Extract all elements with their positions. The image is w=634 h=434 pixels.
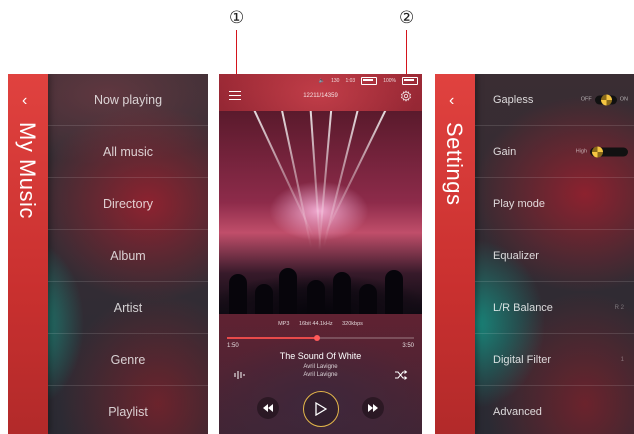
audio-bitrate: 320kbps xyxy=(342,321,363,327)
digital-filter-value: 1 xyxy=(620,356,624,363)
switch xyxy=(594,94,617,105)
menu-item-artist[interactable]: Artist xyxy=(48,282,208,334)
play-icon xyxy=(315,402,327,416)
setting-gain[interactable]: Gain High xyxy=(475,126,634,178)
gapless-toggle[interactable]: OFF ON xyxy=(580,94,628,105)
song-title: The Sound Of White xyxy=(279,351,362,361)
setting-label: Digital Filter xyxy=(493,353,552,366)
previous-button[interactable] xyxy=(257,397,279,419)
music-menu: Now playing All music Directory Album Ar… xyxy=(48,74,208,434)
player-screen: 🔈 130 1:03 100% 12211/14359 MP3 16bit 44… xyxy=(219,74,422,434)
setting-advanced[interactable]: Advanced xyxy=(475,386,634,434)
audio-quality: 16bit 44.1kHz xyxy=(298,321,333,327)
side-strip: ‹ Settings xyxy=(435,74,475,434)
gain-toggle[interactable]: High xyxy=(575,146,628,157)
status-bar: 🔈 130 1:03 100% xyxy=(319,77,418,85)
gain-value: High xyxy=(575,148,587,155)
battery-icon-full xyxy=(402,77,418,85)
chevron-left-icon[interactable]: ‹ xyxy=(22,92,27,110)
my-music-panel: ‹ My Music Now playing All music Directo… xyxy=(8,74,208,434)
battery-level: 100% xyxy=(383,78,396,84)
battery-icon xyxy=(361,77,378,85)
shuffle-icon[interactable] xyxy=(394,370,408,380)
previous-icon xyxy=(263,404,273,412)
volume-level: 130 xyxy=(331,78,340,84)
menu-item-album[interactable]: Album xyxy=(48,230,208,282)
progress-bar[interactable] xyxy=(227,335,414,341)
menu-item-directory[interactable]: Directory xyxy=(48,178,208,230)
menu-item-all-music[interactable]: All music xyxy=(48,126,208,178)
setting-label: Gain xyxy=(493,145,517,158)
setting-play-mode[interactable]: Play mode xyxy=(475,178,634,230)
menu-item-now-playing[interactable]: Now playing xyxy=(48,74,208,126)
setting-balance[interactable]: L/R Balance R 2 xyxy=(475,282,634,334)
album-name: Avril Lavigne xyxy=(303,372,338,378)
switch-knob xyxy=(592,146,603,157)
audio-format: MP3 xyxy=(278,321,290,327)
setting-digital-filter[interactable]: Digital Filter 1 xyxy=(475,334,634,386)
panel-title: Settings xyxy=(442,122,467,206)
equalizer-icon[interactable] xyxy=(233,370,247,380)
menu-item-playlist[interactable]: Playlist xyxy=(48,386,208,434)
album-cover xyxy=(219,111,422,314)
setting-label: L/R Balance xyxy=(493,301,553,314)
artist-name: Avril Lavigne xyxy=(303,364,338,370)
setting-equalizer[interactable]: Equalizer xyxy=(475,230,634,282)
audio-info: MP3 16bit 44.1kHz 320kbps xyxy=(219,321,422,327)
next-icon xyxy=(368,404,378,412)
toggle-on-label: ON xyxy=(619,96,628,103)
setting-label: Gapless xyxy=(493,93,534,106)
callout-2: ② xyxy=(399,8,415,28)
progress-knob[interactable] xyxy=(313,335,320,341)
next-button[interactable] xyxy=(362,397,384,419)
elapsed-time: 1:50 xyxy=(227,343,239,349)
setting-gapless[interactable]: Gapless OFF ON xyxy=(475,74,634,126)
chevron-left-icon[interactable]: ‹ xyxy=(449,92,454,110)
play-button[interactable] xyxy=(303,391,339,427)
total-time: 3:50 xyxy=(402,343,414,349)
track-counter: 12211/14359 xyxy=(303,93,338,99)
menu-item-genre[interactable]: Genre xyxy=(48,334,208,386)
setting-label: Play mode xyxy=(493,197,545,210)
setting-label: Equalizer xyxy=(493,249,539,262)
settings-panel: ‹ Settings Gapless OFF ON Gain High Play… xyxy=(435,74,634,434)
toggle-off-label: OFF xyxy=(580,96,592,103)
switch xyxy=(590,146,628,157)
settings-list: Gapless OFF ON Gain High Play mode Equal… xyxy=(475,74,634,434)
switch-knob xyxy=(600,94,612,105)
balance-value: R 2 xyxy=(614,304,624,311)
progress-fill xyxy=(227,337,317,339)
setting-label: Advanced xyxy=(493,405,542,418)
clock: 1:03 xyxy=(345,78,356,84)
panel-title: My Music xyxy=(15,122,40,219)
volume-icon: 🔈 xyxy=(318,78,326,84)
gear-icon[interactable] xyxy=(400,90,412,102)
side-strip: ‹ My Music xyxy=(8,74,48,434)
callout-1: ① xyxy=(229,8,245,28)
